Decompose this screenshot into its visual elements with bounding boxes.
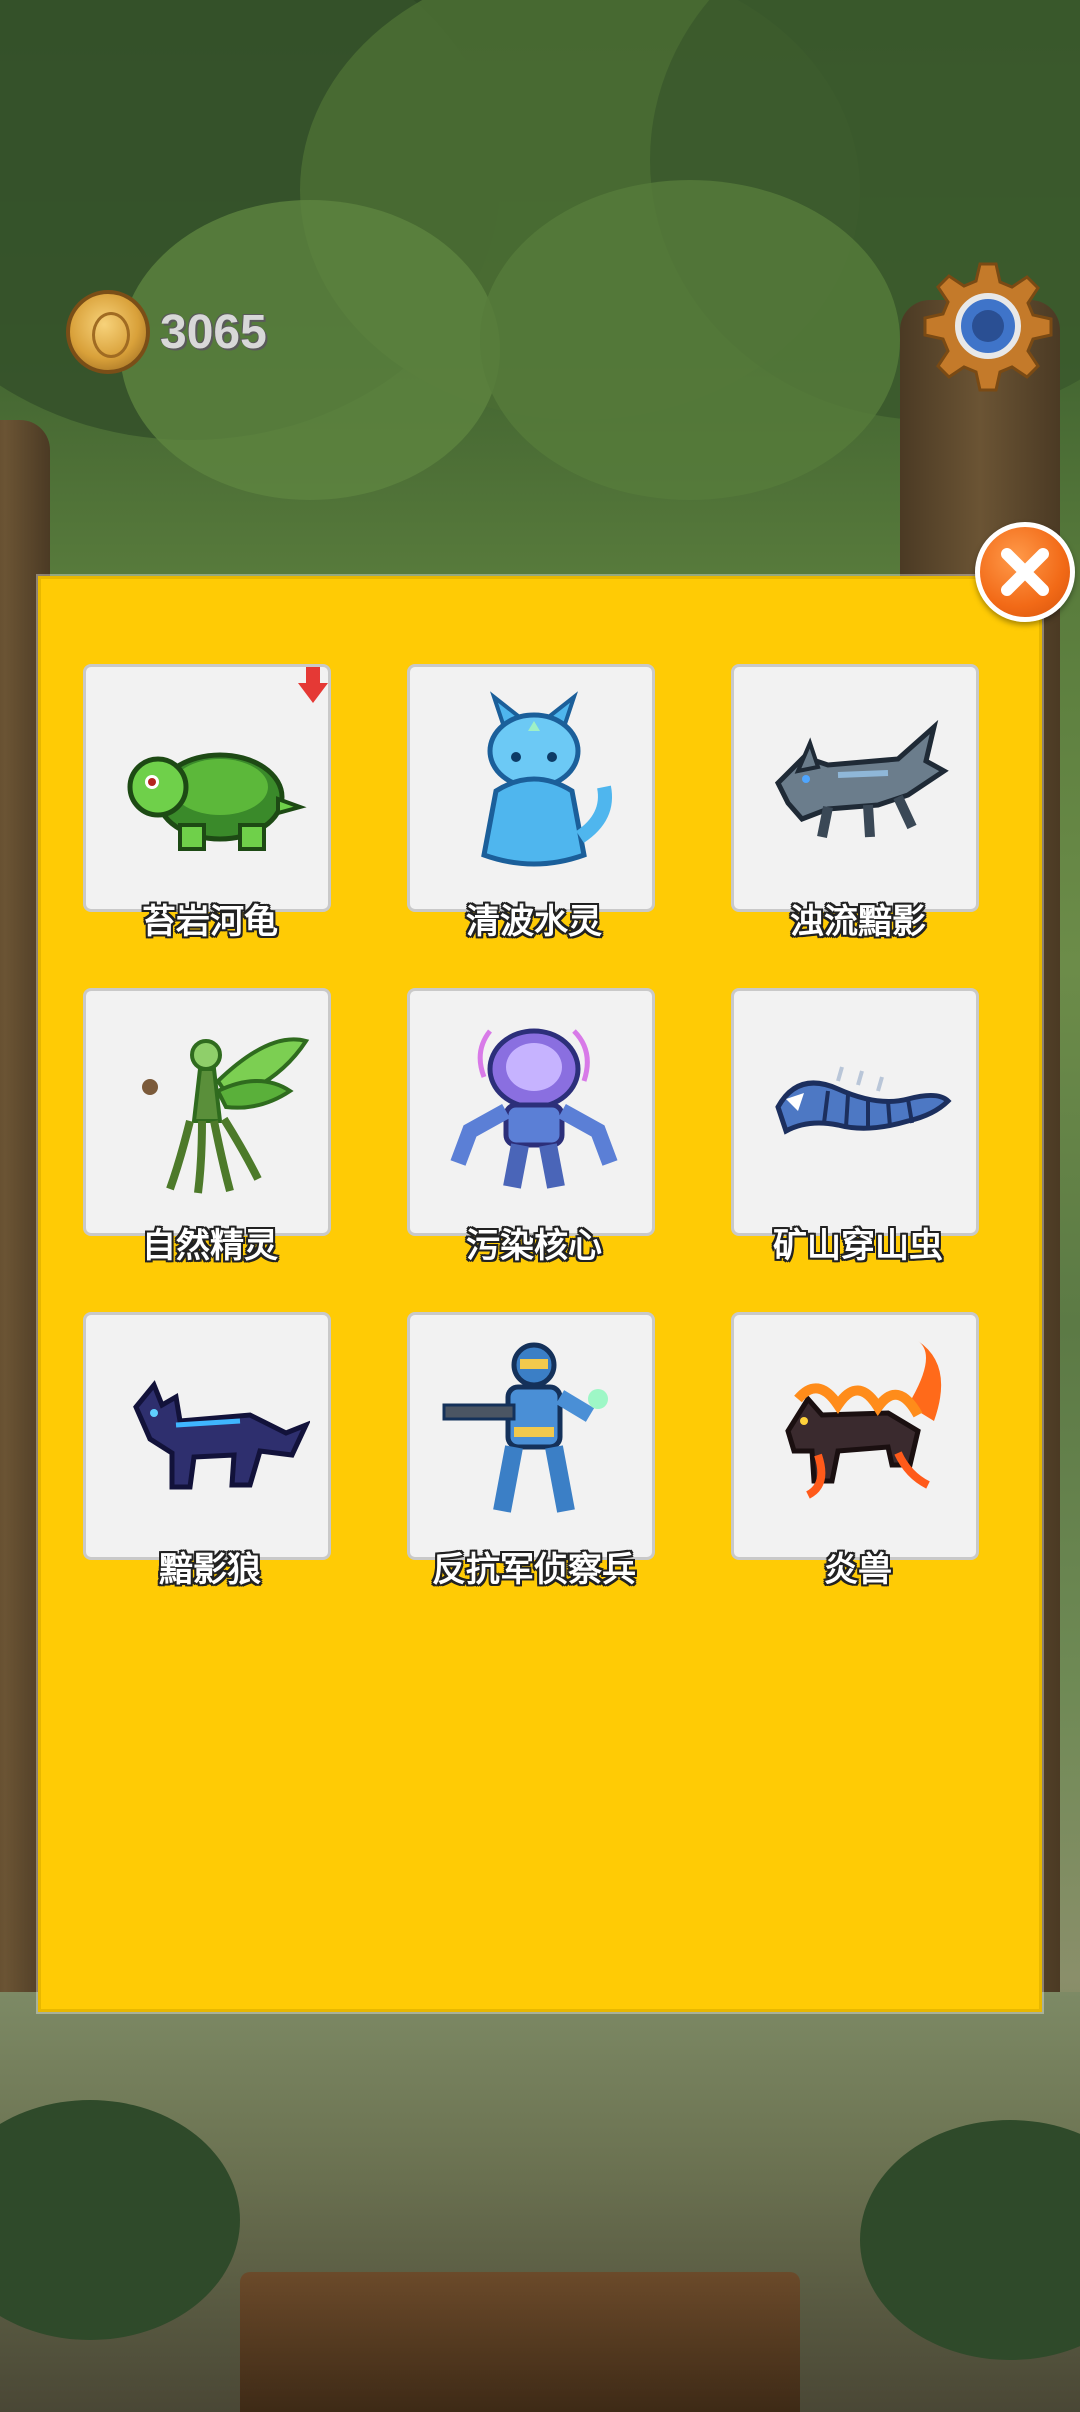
crystal-robot-icon xyxy=(450,1028,618,1189)
gear-icon xyxy=(923,262,1053,392)
water-spirit-icon xyxy=(481,691,612,867)
rebel-scout-icon xyxy=(442,1342,608,1513)
monster-card[interactable]: 自然精灵 xyxy=(83,988,331,1266)
monster-card[interactable]: 污染核心 xyxy=(407,988,655,1266)
monster-name: 黯影狼 xyxy=(159,1550,261,1590)
coin-counter: 3065 xyxy=(66,290,267,374)
gold-coin-icon xyxy=(66,290,150,374)
monster-name: 炎兽 xyxy=(824,1550,892,1590)
monster-card[interactable]: 反抗军侦察兵 xyxy=(407,1312,655,1590)
close-icon xyxy=(1001,548,1049,596)
mine-worm-icon xyxy=(775,1066,952,1135)
monster-card[interactable]: 黯影狼 xyxy=(83,1312,331,1590)
monster-name: 自然精灵 xyxy=(142,1226,278,1266)
monster-name: 污染核心 xyxy=(466,1226,602,1266)
dark-wolf-icon xyxy=(133,1380,310,1490)
monster-name: 反抗军侦察兵 xyxy=(432,1550,636,1590)
game-screen: 3065 苔岩河龟 清波水灵 浊流黯影 自然精灵 污染核心 矿山穿山虫 黯影狼 … xyxy=(0,0,1080,2412)
nature-fairy-icon xyxy=(142,1037,310,1194)
jungle-foliage xyxy=(480,180,900,500)
monster-name: 浊流黯影 xyxy=(790,902,926,942)
monster-name: 清波水灵 xyxy=(466,902,602,942)
monster-name: 矿山穿山虫 xyxy=(773,1226,943,1266)
fire-beast-icon xyxy=(785,1341,942,1499)
monster-card[interactable]: 炎兽 xyxy=(731,1312,979,1590)
monster-collection-panel: 苔岩河龟 清波水灵 浊流黯影 自然精灵 污染核心 矿山穿山虫 黯影狼 反抗军侦察… xyxy=(38,576,1042,2012)
close-button[interactable] xyxy=(975,522,1075,622)
monster-card[interactable]: 清波水灵 xyxy=(407,664,655,942)
wooden-log xyxy=(240,2272,800,2412)
green-turtle-icon xyxy=(127,752,307,851)
monster-card[interactable]: 浊流黯影 xyxy=(731,664,979,942)
monster-name: 苔岩河龟 xyxy=(142,902,278,942)
settings-button[interactable] xyxy=(920,258,1056,394)
monster-card[interactable]: 苔岩河龟 xyxy=(83,664,331,942)
new-arrow-badge xyxy=(298,667,328,703)
coin-amount: 3065 xyxy=(160,305,267,359)
monster-card[interactable]: 矿山穿山虫 xyxy=(731,988,979,1266)
shadow-wolf-icon xyxy=(774,719,949,838)
